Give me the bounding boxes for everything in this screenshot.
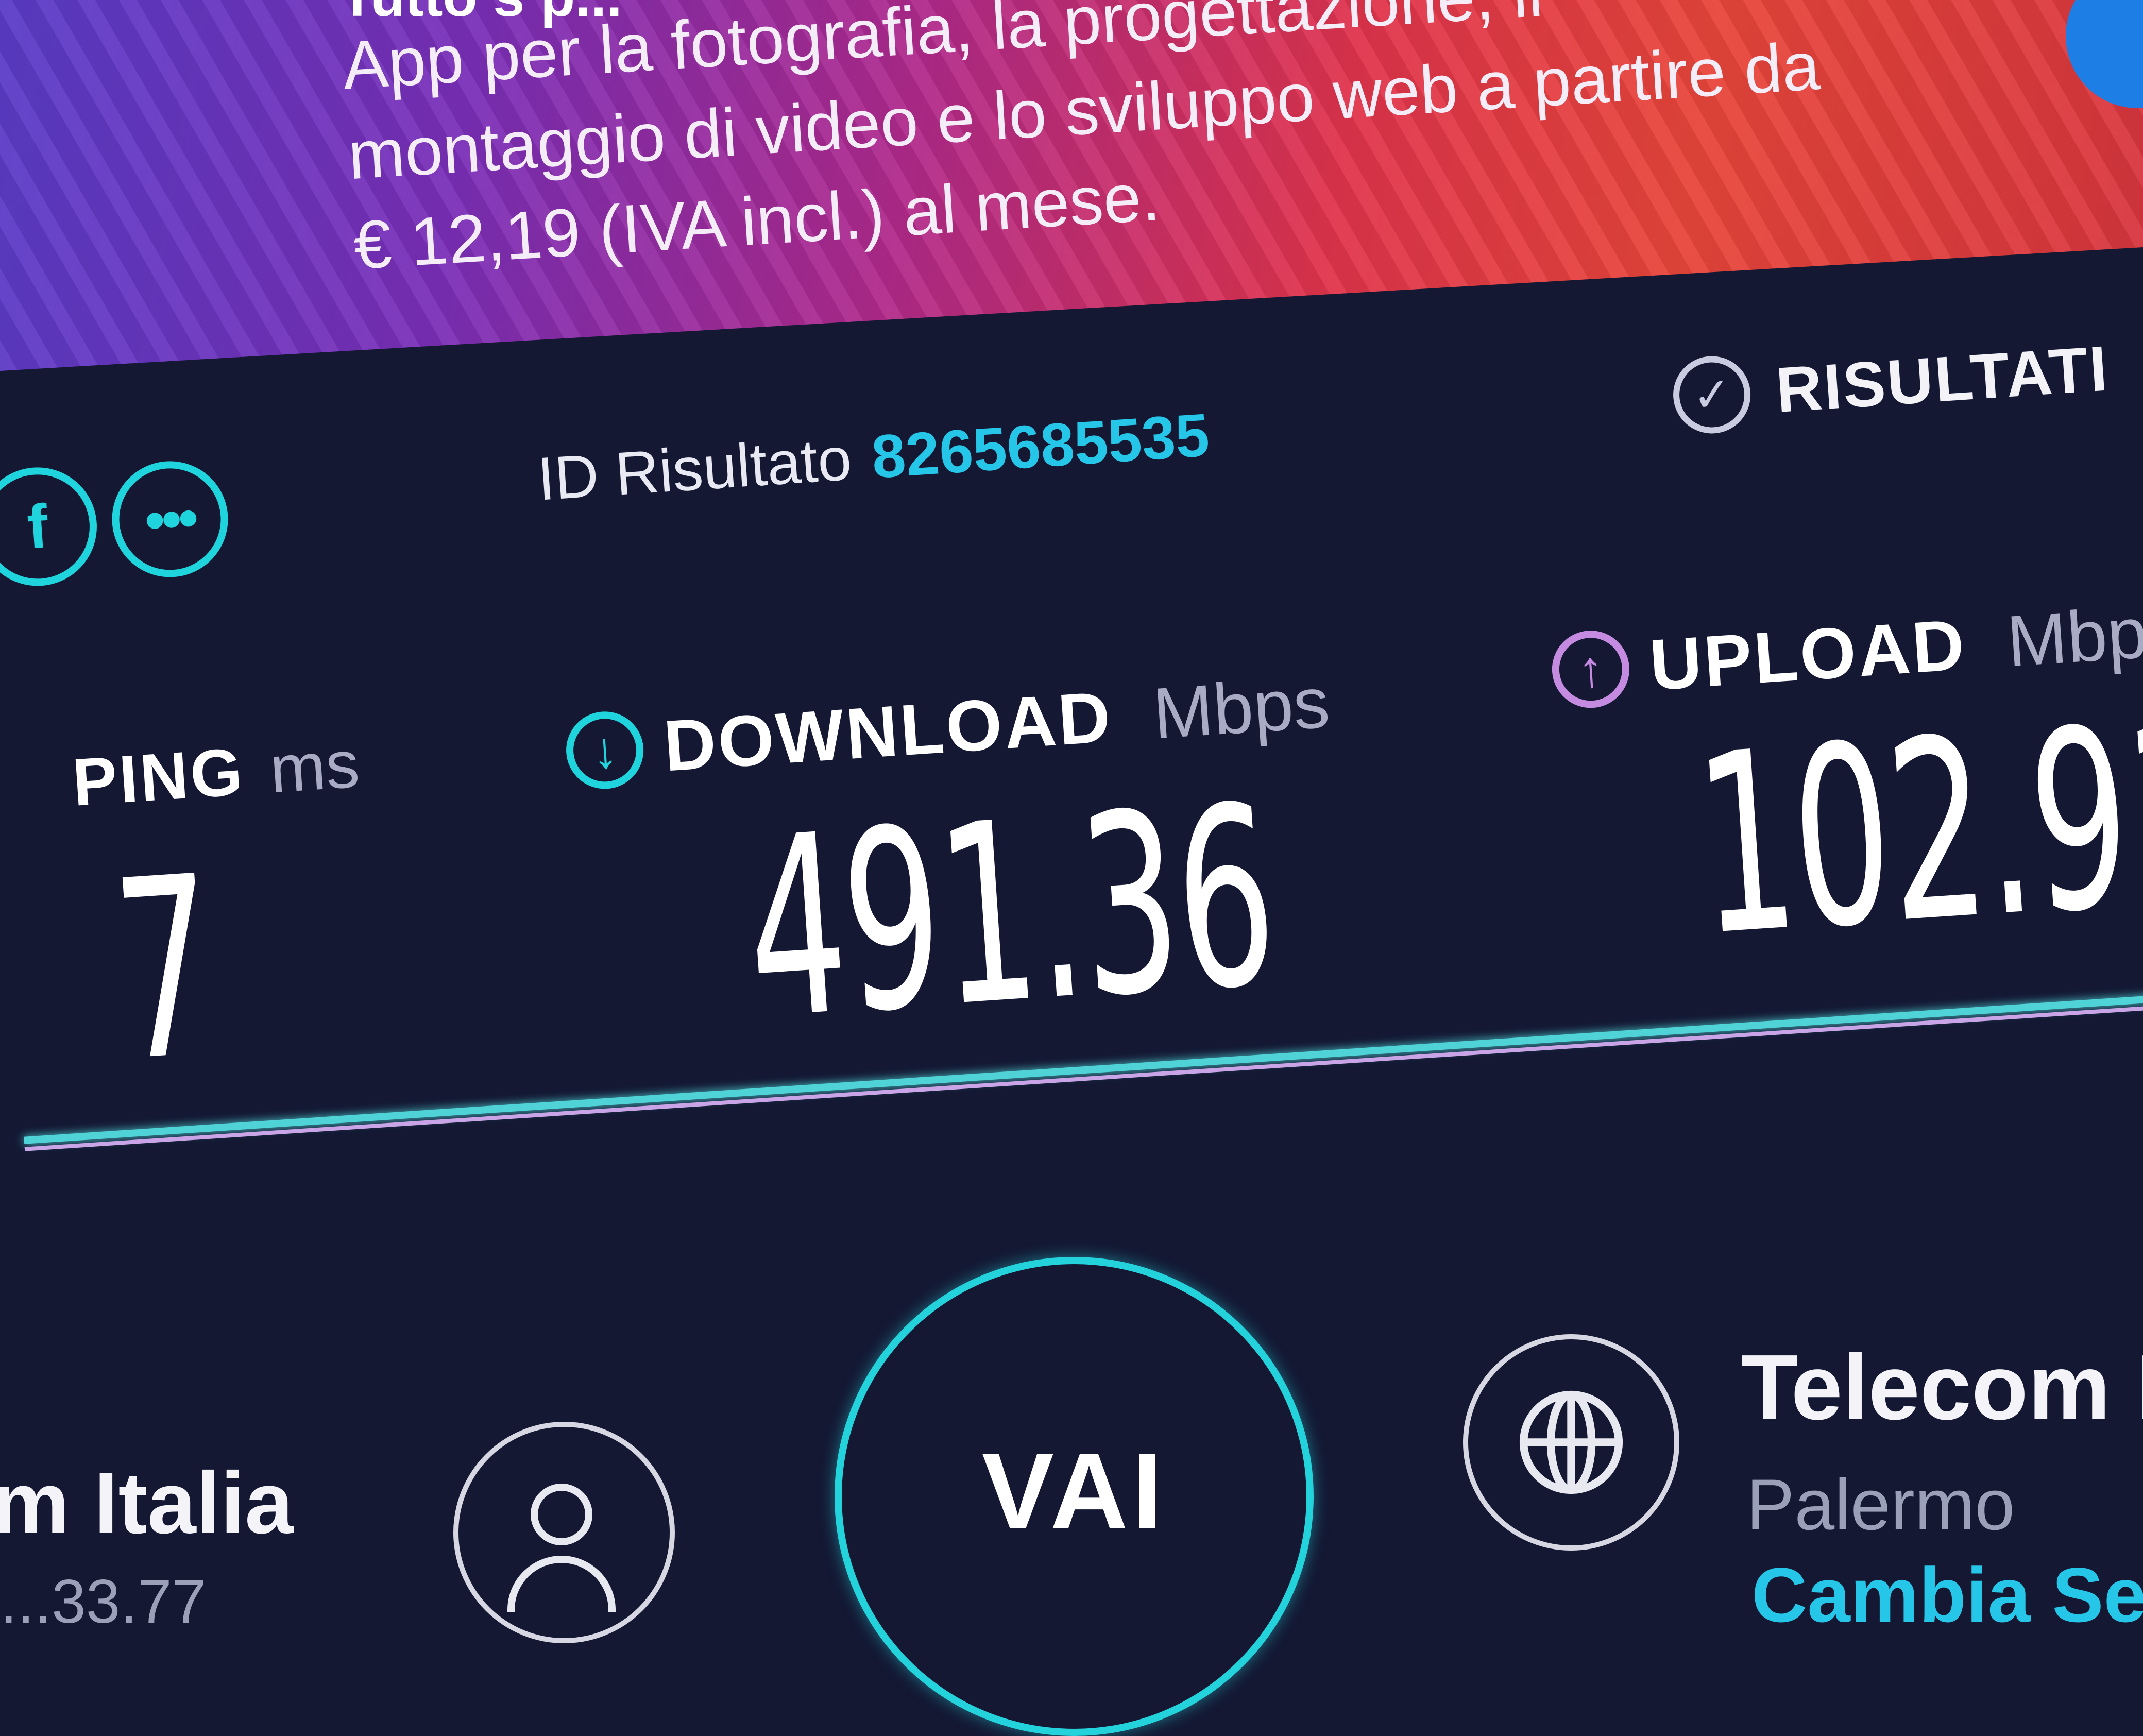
download-arrow-icon: ↓ (564, 709, 646, 792)
go-button[interactable]: VAI (835, 1257, 1314, 1736)
checkmark-icon: ✓ (1671, 354, 1753, 436)
results-link[interactable]: ✓ RISULTATI (1671, 330, 2111, 436)
results-label: RISULTATI (1774, 332, 2111, 427)
result-id-label: ID Risultato (536, 425, 854, 514)
upload-unit: Mbps (2004, 588, 2143, 683)
isp-name: om Italia (0, 1453, 294, 1554)
ping-header: PING ms (70, 725, 362, 821)
result-id-value[interactable]: 8265685535 (870, 401, 1212, 491)
ping-unit: ms (267, 725, 362, 808)
go-button-label: VAI (982, 1429, 1166, 1554)
isp-ip: ...33.77 (0, 1566, 206, 1637)
server-location: Palermo (1746, 1463, 2015, 1546)
upload-value: 102.91 (1689, 669, 2143, 991)
ping-label: PING (70, 733, 247, 821)
user-account-button[interactable] (453, 1422, 675, 1643)
server-name: Telecom I (1741, 1334, 2143, 1441)
server-select-button[interactable] (1463, 1334, 1679, 1551)
result-id: ID Risultato8265685535 (535, 400, 1211, 514)
download-value: 491.36 (739, 753, 1282, 1075)
change-server-link[interactable]: Cambia Se (1751, 1551, 2143, 1640)
download-unit: Mbps (1150, 660, 1332, 755)
globe-icon (1515, 1386, 1628, 1499)
ping-value: 7 (107, 823, 221, 1117)
upload-arrow-icon: ↑ (1550, 628, 1632, 710)
facebook-share-icon[interactable]: f (0, 464, 100, 590)
user-icon-body (507, 1556, 616, 1612)
more-options-icon[interactable]: ••• (108, 457, 231, 581)
user-icon (531, 1484, 592, 1545)
